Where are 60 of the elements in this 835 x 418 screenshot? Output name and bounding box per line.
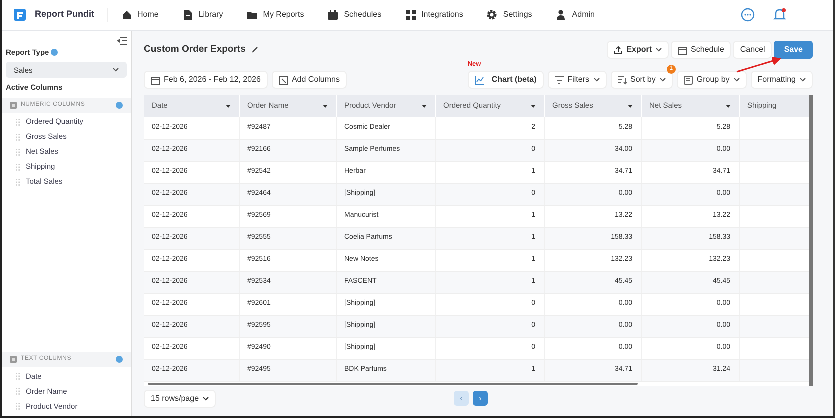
grid-icon <box>406 10 416 20</box>
nav-link[interactable]: Library <box>172 9 234 21</box>
drag-handle-icon <box>16 178 20 186</box>
schedule-button[interactable]: Schedule <box>671 41 732 59</box>
chart-button[interactable]: Chart (beta) <box>468 71 544 89</box>
logo-icon <box>14 9 26 21</box>
chevron-down-icon <box>203 396 210 400</box>
chevron-down-icon <box>594 78 600 82</box>
info-icon <box>116 102 123 108</box>
toolbar-dropdown[interactable]: Sort by <box>610 71 673 89</box>
toolbar-dropdown[interactable]: Group by <box>676 71 747 89</box>
calendar-icon <box>151 76 160 84</box>
chevron-down-icon <box>734 78 740 82</box>
calendar-icon <box>328 10 338 20</box>
nav-link[interactable]: Settings <box>477 9 542 21</box>
folder-icon <box>247 10 258 20</box>
drag-handle-icon <box>16 388 20 395</box>
add-columns-button[interactable]: Add Columns <box>272 71 347 89</box>
chevron-down-icon <box>660 78 666 82</box>
nav-link[interactable]: Home <box>112 9 169 21</box>
home-icon <box>122 10 132 20</box>
cancel-button[interactable]: Cancel <box>733 41 772 59</box>
chevron-down-icon <box>113 68 119 72</box>
drag-handle-icon <box>16 403 20 410</box>
sort-icon <box>618 76 627 84</box>
drag-handle-icon <box>16 373 20 380</box>
toolbar-dropdown[interactable]: Filters <box>548 71 607 89</box>
annotation-arrow <box>736 56 782 73</box>
upload-icon <box>614 46 623 54</box>
collapse-menu-icon <box>117 37 127 45</box>
drag-handle-icon <box>16 134 20 140</box>
rows-per-page-select[interactable]: 15 rows/page <box>144 390 216 408</box>
info-icon <box>116 356 123 363</box>
settings-icon <box>487 10 498 20</box>
nav-link[interactable]: Integrations <box>396 9 474 21</box>
nav-link[interactable]: My Reports <box>237 9 314 21</box>
brand-name: Report Pundit <box>35 8 108 22</box>
export-button[interactable]: Export <box>606 41 670 59</box>
nav-link[interactable]: Admin <box>546 9 605 21</box>
info-icon <box>51 49 58 56</box>
save-button[interactable]: Save <box>774 41 813 59</box>
filter-icon <box>554 76 564 84</box>
drag-handle-icon <box>16 164 20 170</box>
chat-icon <box>741 8 755 22</box>
calendar-icon <box>678 46 688 54</box>
edit-icon <box>250 46 259 54</box>
report-title: Custom Order Exports <box>144 42 246 57</box>
group-icon <box>684 76 693 84</box>
drag-handle-icon <box>16 148 20 156</box>
drag-handle-icon <box>16 118 20 126</box>
nav-link[interactable]: Schedules <box>318 9 392 21</box>
chevron-down-icon <box>656 48 662 52</box>
user-icon <box>556 10 566 20</box>
toolbar-dropdown[interactable]: Formatting <box>750 71 813 89</box>
next-page-button[interactable]: › <box>473 391 488 406</box>
chevron-down-icon <box>800 78 806 82</box>
date-range-picker[interactable]: Feb 6, 2026 - Feb 12, 2026 <box>144 71 268 89</box>
scrollbar-thumb[interactable] <box>148 382 638 384</box>
document-icon <box>182 10 193 20</box>
line-chart-icon <box>474 76 484 84</box>
